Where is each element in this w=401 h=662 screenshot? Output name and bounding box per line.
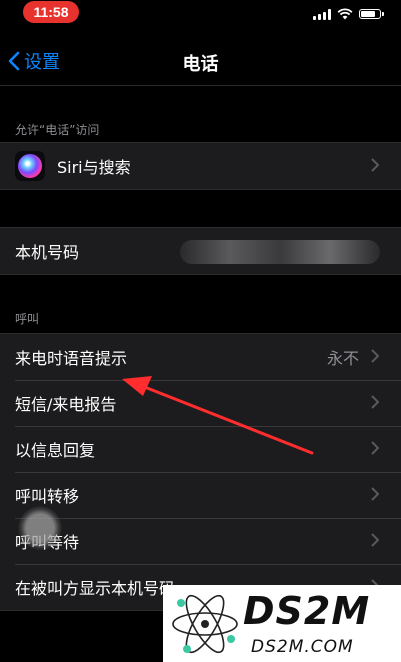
atom-logo-icon: [172, 594, 238, 654]
watermark: DS2M DS2M.COM: [163, 585, 401, 662]
watermark-url: DS2M.COM: [251, 637, 354, 657]
annotation-arrow: [122, 376, 314, 455]
watermark-brand: DS2M: [243, 589, 371, 633]
